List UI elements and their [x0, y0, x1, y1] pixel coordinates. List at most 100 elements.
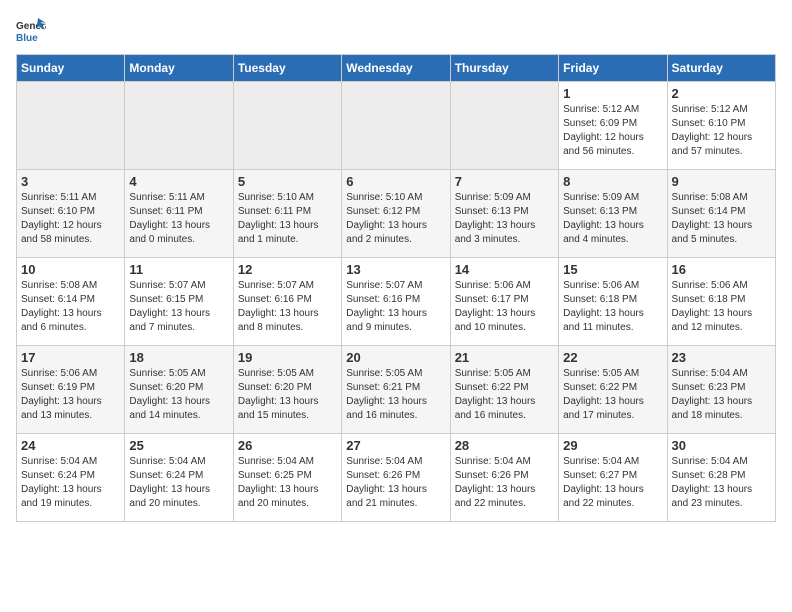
day-number: 17 — [21, 350, 120, 365]
day-info: Sunrise: 5:11 AM Sunset: 6:10 PM Dayligh… — [21, 191, 120, 247]
day-info: Sunrise: 5:10 AM Sunset: 6:12 PM Dayligh… — [346, 191, 445, 247]
day-info: Sunrise: 5:08 AM Sunset: 6:14 PM Dayligh… — [672, 191, 771, 247]
calendar-cell: 20Sunrise: 5:05 AM Sunset: 6:21 PM Dayli… — [342, 346, 450, 434]
weekday-header-friday: Friday — [559, 55, 667, 82]
week-row-2: 3 Sunrise: 5:11 AM Sunset: 6:10 PM Daylig… — [17, 170, 776, 258]
day-number: 5 — [238, 174, 337, 189]
day-info: Sunrise: 5:06 AM Sunset: 6:17 PM Dayligh… — [455, 279, 554, 335]
calendar-cell: 29 Sunrise: 5:04 AM Sunset: 6:27 PM Dayli… — [559, 434, 667, 522]
day-info: Sunrise: 5:09 AM Sunset: 6:13 PM Dayligh… — [455, 191, 554, 247]
day-number: 24 — [21, 438, 120, 453]
day-info: Sunrise: 5:04 AM Sunset: 6:24 PM Dayligh… — [129, 455, 228, 511]
calendar-cell — [233, 82, 341, 170]
day-info: Sunrise: 5:07 AM Sunset: 6:16 PM Dayligh… — [346, 279, 445, 335]
day-info: Sunrise: 5:05 AM Sunset: 6:22 PM Dayligh… — [455, 367, 554, 423]
calendar-cell: 27Sunrise: 5:04 AM Sunset: 6:26 PM Dayli… — [342, 434, 450, 522]
calendar-cell: 24 Sunrise: 5:04 AM Sunset: 6:24 PM Dayli… — [17, 434, 125, 522]
day-info: Sunrise: 5:10 AM Sunset: 6:11 PM Dayligh… — [238, 191, 337, 247]
day-number: 8 — [563, 174, 662, 189]
day-number: 6 — [346, 174, 445, 189]
calendar-cell: 16 Sunrise: 5:06 AM Sunset: 6:18 PM Dayli… — [667, 258, 775, 346]
calendar-cell — [342, 82, 450, 170]
calendar-cell: 8 Sunrise: 5:09 AM Sunset: 6:13 PM Daylig… — [559, 170, 667, 258]
calendar-table: SundayMondayTuesdayWednesdayThursdayFrid… — [16, 54, 776, 522]
calendar-cell: 4 Sunrise: 5:11 AM Sunset: 6:11 PM Daylig… — [125, 170, 233, 258]
day-number: 26 — [238, 438, 337, 453]
calendar-cell: 17 Sunrise: 5:06 AM Sunset: 6:19 PM Dayli… — [17, 346, 125, 434]
day-number: 10 — [21, 262, 120, 277]
day-info: Sunrise: 5:05 AM Sunset: 6:22 PM Dayligh… — [563, 367, 662, 423]
calendar-cell: 1 Sunrise: 5:12 AM Sunset: 6:09 PM Daylig… — [559, 82, 667, 170]
weekday-header-monday: Monday — [125, 55, 233, 82]
day-info: Sunrise: 5:05 AM Sunset: 6:20 PM Dayligh… — [238, 367, 337, 423]
day-info: Sunrise: 5:08 AM Sunset: 6:14 PM Dayligh… — [21, 279, 120, 335]
day-info: Sunrise: 5:07 AM Sunset: 6:16 PM Dayligh… — [238, 279, 337, 335]
calendar-cell: 15Sunrise: 5:06 AM Sunset: 6:18 PM Dayli… — [559, 258, 667, 346]
calendar-cell — [125, 82, 233, 170]
weekday-header-row: SundayMondayTuesdayWednesdayThursdayFrid… — [17, 55, 776, 82]
day-info: Sunrise: 5:04 AM Sunset: 6:25 PM Dayligh… — [238, 455, 337, 511]
calendar-cell: 6 Sunrise: 5:10 AM Sunset: 6:12 PM Daylig… — [342, 170, 450, 258]
calendar-cell — [450, 82, 558, 170]
weekday-header-sunday: Sunday — [17, 55, 125, 82]
week-row-3: 10 Sunrise: 5:08 AM Sunset: 6:14 PM Dayli… — [17, 258, 776, 346]
day-number: 21 — [455, 350, 554, 365]
weekday-header-saturday: Saturday — [667, 55, 775, 82]
calendar-cell: 13 Sunrise: 5:07 AM Sunset: 6:16 PM Dayli… — [342, 258, 450, 346]
day-info: Sunrise: 5:11 AM Sunset: 6:11 PM Dayligh… — [129, 191, 228, 247]
day-info: Sunrise: 5:04 AM Sunset: 6:27 PM Dayligh… — [563, 455, 662, 511]
svg-text:Blue: Blue — [16, 33, 38, 44]
calendar-cell: 19 Sunrise: 5:05 AM Sunset: 6:20 PM Dayli… — [233, 346, 341, 434]
day-number: 4 — [129, 174, 228, 189]
day-info: Sunrise: 5:04 AM Sunset: 6:28 PM Dayligh… — [672, 455, 771, 511]
day-number: 16 — [672, 262, 771, 277]
day-info: Sunrise: 5:05 AM Sunset: 6:20 PM Dayligh… — [129, 367, 228, 423]
day-number: 29 — [563, 438, 662, 453]
day-info: Sunrise: 5:12 AM Sunset: 6:10 PM Dayligh… — [672, 103, 771, 159]
day-info: Sunrise: 5:04 AM Sunset: 6:23 PM Dayligh… — [672, 367, 771, 423]
day-number: 15 — [563, 262, 662, 277]
day-info: Sunrise: 5:04 AM Sunset: 6:26 PM Dayligh… — [455, 455, 554, 511]
calendar-cell: 12 Sunrise: 5:07 AM Sunset: 6:16 PM Dayli… — [233, 258, 341, 346]
calendar-cell: 7Sunrise: 5:09 AM Sunset: 6:13 PM Daylig… — [450, 170, 558, 258]
week-row-4: 17 Sunrise: 5:06 AM Sunset: 6:19 PM Dayli… — [17, 346, 776, 434]
calendar-cell: 25 Sunrise: 5:04 AM Sunset: 6:24 PM Dayli… — [125, 434, 233, 522]
day-number: 28 — [455, 438, 554, 453]
calendar-cell: 14Sunrise: 5:06 AM Sunset: 6:17 PM Dayli… — [450, 258, 558, 346]
weekday-header-thursday: Thursday — [450, 55, 558, 82]
day-number: 9 — [672, 174, 771, 189]
week-row-1: 1 Sunrise: 5:12 AM Sunset: 6:09 PM Daylig… — [17, 82, 776, 170]
calendar-cell: 26 Sunrise: 5:04 AM Sunset: 6:25 PM Dayli… — [233, 434, 341, 522]
day-number: 12 — [238, 262, 337, 277]
calendar-cell: 23 Sunrise: 5:04 AM Sunset: 6:23 PM Dayli… — [667, 346, 775, 434]
calendar-cell — [17, 82, 125, 170]
day-number: 30 — [672, 438, 771, 453]
day-number: 19 — [238, 350, 337, 365]
calendar-cell: 11 Sunrise: 5:07 AM Sunset: 6:15 PM Dayli… — [125, 258, 233, 346]
day-info: Sunrise: 5:06 AM Sunset: 6:18 PM Dayligh… — [672, 279, 771, 335]
day-number: 18 — [129, 350, 228, 365]
day-info: Sunrise: 5:05 AM Sunset: 6:21 PM Dayligh… — [346, 367, 445, 423]
day-number: 13 — [346, 262, 445, 277]
day-number: 23 — [672, 350, 771, 365]
weekday-header-tuesday: Tuesday — [233, 55, 341, 82]
day-number: 2 — [672, 86, 771, 101]
day-info: Sunrise: 5:07 AM Sunset: 6:15 PM Dayligh… — [129, 279, 228, 335]
day-info: Sunrise: 5:04 AM Sunset: 6:24 PM Dayligh… — [21, 455, 120, 511]
page-header: GeneralBlue — [16, 16, 776, 44]
day-number: 11 — [129, 262, 228, 277]
calendar-cell: 2 Sunrise: 5:12 AM Sunset: 6:10 PM Daylig… — [667, 82, 775, 170]
calendar-cell: 30 Sunrise: 5:04 AM Sunset: 6:28 PM Dayli… — [667, 434, 775, 522]
day-number: 25 — [129, 438, 228, 453]
day-info: Sunrise: 5:06 AM Sunset: 6:19 PM Dayligh… — [21, 367, 120, 423]
day-info: Sunrise: 5:12 AM Sunset: 6:09 PM Dayligh… — [563, 103, 662, 159]
logo: GeneralBlue — [16, 16, 46, 44]
day-number: 3 — [21, 174, 120, 189]
calendar-cell: 9 Sunrise: 5:08 AM Sunset: 6:14 PM Daylig… — [667, 170, 775, 258]
day-info: Sunrise: 5:09 AM Sunset: 6:13 PM Dayligh… — [563, 191, 662, 247]
calendar-cell: 3 Sunrise: 5:11 AM Sunset: 6:10 PM Daylig… — [17, 170, 125, 258]
day-number: 1 — [563, 86, 662, 101]
week-row-5: 24 Sunrise: 5:04 AM Sunset: 6:24 PM Dayli… — [17, 434, 776, 522]
calendar-cell: 21 Sunrise: 5:05 AM Sunset: 6:22 PM Dayli… — [450, 346, 558, 434]
calendar-cell: 22Sunrise: 5:05 AM Sunset: 6:22 PM Dayli… — [559, 346, 667, 434]
